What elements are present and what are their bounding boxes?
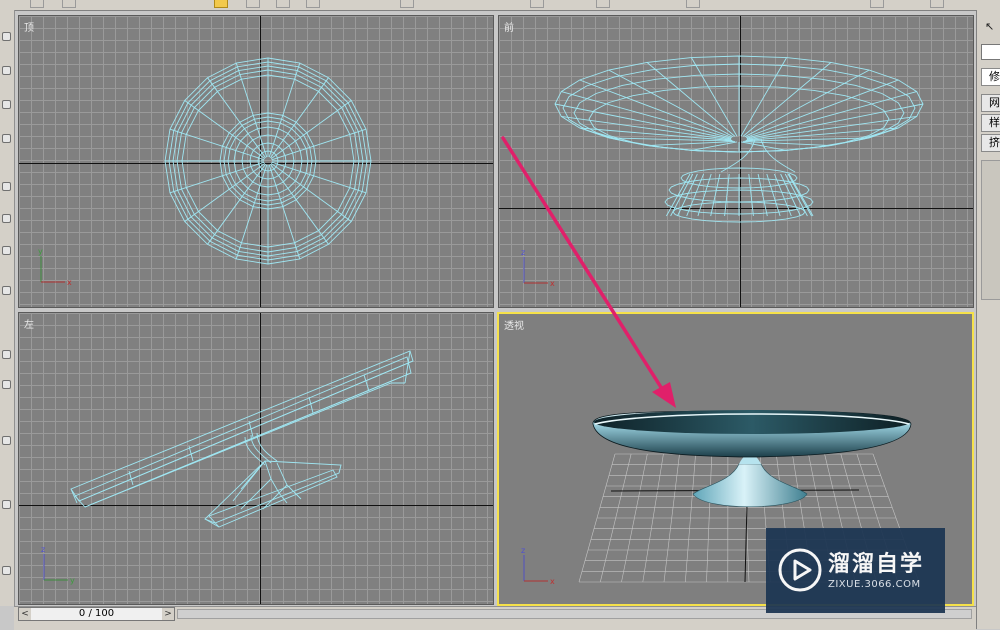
axis-gizmo: z x — [521, 248, 555, 288]
tool-icon[interactable] — [2, 32, 11, 41]
button-label: 网 — [989, 96, 1000, 109]
toolbar-button[interactable] — [870, 0, 884, 8]
svg-text:x: x — [67, 278, 72, 287]
pointer-icon[interactable]: ↖ — [985, 20, 994, 33]
modifier-button[interactable]: 样 — [981, 114, 1000, 132]
svg-text:x: x — [550, 577, 555, 586]
watermark-url: ZIXUE.3066.COM — [828, 579, 921, 590]
select-region-button[interactable] — [276, 0, 290, 8]
svg-text:y: y — [70, 576, 75, 585]
button-label: 挤 — [989, 136, 1000, 149]
wireframe-plate-front: z x — [499, 16, 974, 308]
toolbar-button[interactable] — [596, 0, 610, 8]
toolbar-button[interactable] — [306, 0, 320, 8]
viewport-front[interactable]: 前 z x — [498, 15, 974, 308]
svg-text:z: z — [521, 248, 525, 257]
main-toolbar — [0, 0, 1000, 11]
tool-icon[interactable] — [2, 286, 11, 295]
toolbar-button[interactable] — [686, 0, 700, 8]
watermark-title: 溜溜自学 — [828, 546, 924, 578]
toolbar-button[interactable] — [930, 0, 944, 8]
toolbar-button[interactable] — [30, 0, 44, 8]
tool-icon[interactable] — [2, 436, 11, 445]
tool-icon[interactable] — [2, 566, 11, 575]
axis-gizmo: y x — [38, 247, 72, 287]
viewport-left[interactable]: 左 — [18, 312, 494, 605]
tool-icon[interactable] — [2, 350, 11, 359]
modifier-button[interactable]: 挤 — [981, 134, 1000, 152]
tool-icon[interactable] — [2, 380, 11, 389]
object-name-field[interactable] — [981, 44, 1000, 60]
command-panel: ↖ 修改 网 样 挤 — [976, 10, 1000, 629]
tool-icon[interactable] — [2, 500, 11, 509]
next-frame-button[interactable]: > — [162, 608, 174, 620]
toolbar-button[interactable] — [62, 0, 76, 8]
toolbar-button[interactable] — [246, 0, 260, 8]
tool-icon[interactable] — [2, 182, 11, 191]
wireframe-plate-left: z y — [19, 313, 494, 605]
tool-icon[interactable] — [2, 134, 11, 143]
svg-text:y: y — [38, 247, 43, 256]
modifier-tab-label: 修改 — [989, 70, 1000, 86]
watermark-logo: 溜溜自学 ZIXUE.3066.COM — [766, 528, 945, 613]
modifier-button[interactable]: 网 — [981, 94, 1000, 112]
svg-text:z: z — [41, 545, 45, 554]
viewport-top[interactable]: 顶 y x — [18, 15, 494, 308]
svg-text:z: z — [521, 546, 525, 555]
toolbar-button[interactable] — [400, 0, 414, 8]
prev-frame-button[interactable]: < — [19, 608, 31, 620]
toolbar-button[interactable] — [530, 0, 544, 8]
tool-icon[interactable] — [2, 100, 11, 109]
axis-gizmo: z x — [521, 546, 555, 586]
frame-counter: 0 / 100 — [41, 608, 152, 620]
svg-text:x: x — [550, 279, 555, 288]
wireframe-plate-top: y x — [19, 16, 494, 308]
select-tool-button[interactable] — [214, 0, 228, 8]
button-label: 样 — [989, 116, 1000, 129]
tool-icon[interactable] — [2, 246, 11, 255]
modifier-stack-list[interactable] — [981, 160, 1000, 300]
left-tool-strip — [0, 10, 15, 606]
modifier-list-dropdown[interactable]: 修改 — [981, 68, 1000, 86]
play-logo-icon — [778, 548, 822, 592]
tool-icon[interactable] — [2, 66, 11, 75]
axis-gizmo: z y — [41, 545, 75, 585]
time-slider[interactable]: < 0 / 100 > — [18, 607, 175, 621]
tool-icon[interactable] — [2, 214, 11, 223]
